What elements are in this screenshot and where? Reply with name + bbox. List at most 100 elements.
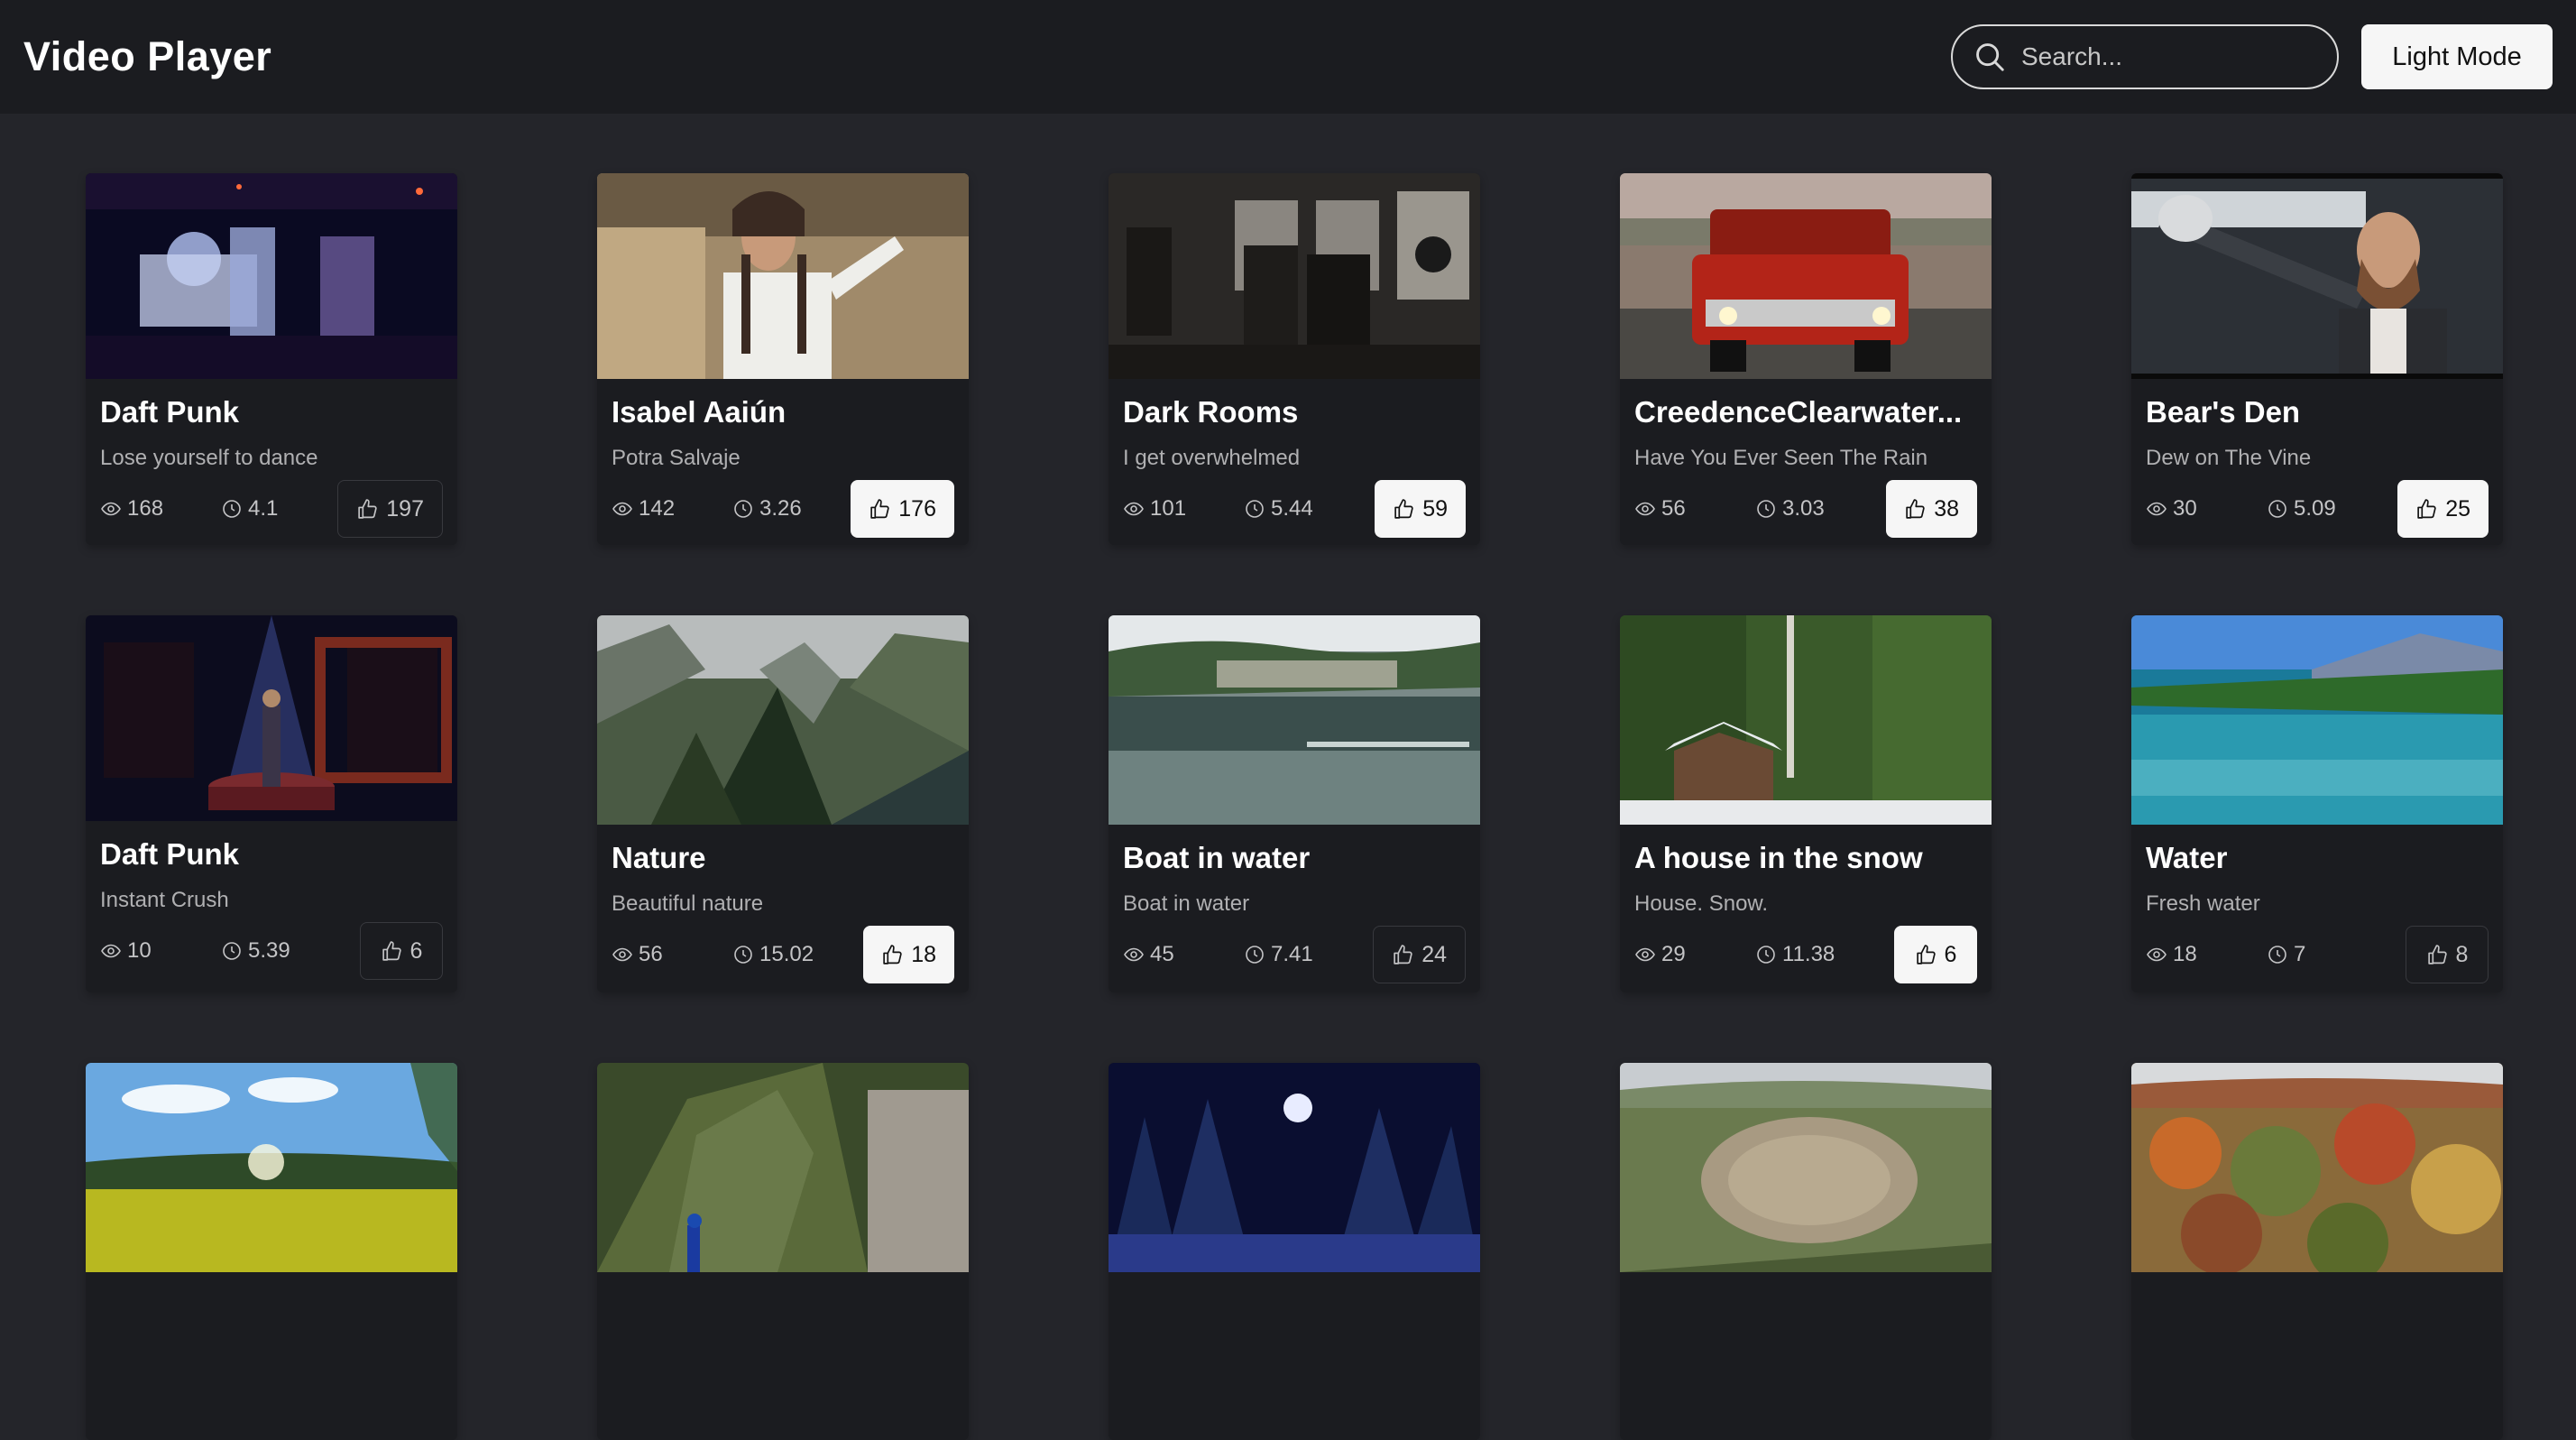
video-card[interactable]: Bear's Den Dew on The Vine 30 5.09 25	[2131, 173, 2503, 545]
video-title[interactable]: Dark Rooms	[1123, 395, 1466, 429]
video-title[interactable]: Bear's Den	[2146, 395, 2489, 429]
video-thumbnail[interactable]	[86, 1063, 457, 1272]
video-stats: 168 4.1 197	[100, 480, 443, 538]
thumbs-up-icon	[1916, 944, 1936, 965]
thumbs-up-icon	[358, 498, 377, 519]
video-card[interactable]	[2131, 1063, 2503, 1440]
view-count: 142	[612, 496, 732, 522]
video-stats: 29 11.38 6	[1634, 926, 1977, 983]
video-thumbnail[interactable]	[1109, 1063, 1480, 1272]
like-button[interactable]: 6	[1894, 926, 1977, 983]
video-title[interactable]: Daft Punk	[100, 837, 443, 872]
video-card[interactable]: A house in the snow House. Snow. 29 11.3…	[1620, 615, 1992, 992]
top-bar: Video Player Light Mode	[0, 0, 2576, 114]
video-title[interactable]: Daft Punk	[100, 395, 443, 429]
video-stats: 56 3.03 38	[1634, 480, 1977, 538]
eye-icon	[612, 947, 632, 962]
video-title[interactable]: Nature	[612, 841, 954, 875]
video-card[interactable]: Dark Rooms I get overwhelmed 101 5.44 59	[1109, 173, 1480, 545]
eye-icon	[1124, 947, 1144, 962]
eye-icon	[2147, 947, 2167, 962]
video-stats: 10 5.39 6	[100, 922, 443, 980]
eye-icon	[1124, 502, 1144, 516]
view-count: 56	[612, 942, 732, 967]
clock-icon	[1757, 500, 1775, 518]
video-thumbnail[interactable]	[1620, 1063, 1992, 1272]
header-controls: Light Mode	[1951, 24, 2553, 89]
video-thumbnail[interactable]	[597, 173, 969, 379]
video-stats: 142 3.26 176	[612, 480, 954, 538]
video-thumbnail[interactable]	[1620, 173, 1992, 379]
video-thumbnail[interactable]	[2131, 1063, 2503, 1272]
video-thumbnail[interactable]	[1620, 615, 1992, 825]
thumbs-up-icon	[1906, 498, 1925, 519]
thumbs-up-icon	[382, 940, 401, 961]
video-subtitle: I get overwhelmed	[1123, 446, 1301, 470]
like-button[interactable]: 25	[2397, 480, 2489, 538]
video-thumbnail[interactable]	[597, 615, 969, 825]
video-card[interactable]: Nature Beautiful nature 56 15.02 18	[597, 615, 969, 992]
like-button[interactable]: 24	[1373, 926, 1466, 983]
video-thumbnail[interactable]	[597, 1063, 969, 1272]
video-stats: 45 7.41 24	[1123, 926, 1466, 983]
video-card[interactable]: Daft Punk Lose yourself to dance 168 4.1…	[86, 173, 457, 545]
like-button[interactable]: 8	[2406, 926, 2489, 983]
video-title[interactable]: Boat in water	[1123, 841, 1466, 875]
view-count: 30	[2146, 496, 2267, 522]
clock-icon	[2268, 946, 2286, 964]
light-mode-button[interactable]: Light Mode	[2361, 24, 2553, 89]
clock-icon	[1757, 946, 1775, 964]
video-title[interactable]: A house in the snow	[1634, 841, 1977, 875]
thumbs-up-icon	[1394, 498, 1413, 519]
eye-icon	[612, 502, 632, 516]
like-button[interactable]: 38	[1886, 480, 1977, 538]
video-grid: Daft Punk Lose yourself to dance 168 4.1…	[86, 173, 2503, 1440]
video-thumbnail[interactable]	[1109, 173, 1480, 379]
view-count: 18	[2146, 942, 2267, 967]
video-card[interactable]: Daft Punk Instant Crush 10 5.39 6	[86, 615, 457, 992]
video-subtitle: Have You Ever Seen The Rain	[1634, 446, 1928, 470]
thumbs-up-icon	[2417, 498, 2436, 519]
video-card[interactable]	[1620, 1063, 1992, 1440]
duration: 4.1	[221, 496, 327, 522]
video-card[interactable]	[86, 1063, 457, 1440]
like-button[interactable]: 18	[863, 926, 954, 983]
video-thumbnail[interactable]	[86, 615, 457, 821]
video-card[interactable]: Boat in water Boat in water 45 7.41 24	[1109, 615, 1480, 992]
video-subtitle: House. Snow.	[1634, 891, 1769, 916]
clock-icon	[1246, 946, 1264, 964]
video-thumbnail[interactable]	[2131, 615, 2503, 825]
app-title: Video Player	[23, 33, 272, 79]
view-count: 45	[1123, 942, 1244, 967]
like-button[interactable]: 59	[1375, 480, 1466, 538]
eye-icon	[101, 502, 121, 516]
search-box[interactable]	[1951, 24, 2339, 89]
video-title[interactable]: CreedenceClearwater...	[1634, 395, 1977, 429]
eye-icon	[1635, 502, 1655, 516]
video-card[interactable]	[597, 1063, 969, 1440]
video-subtitle: Instant Crush	[100, 888, 229, 912]
duration: 5.39	[221, 938, 327, 964]
clock-icon	[1246, 500, 1264, 518]
like-button[interactable]: 176	[851, 480, 954, 538]
video-card[interactable]	[1109, 1063, 1480, 1440]
like-button[interactable]: 197	[337, 480, 443, 538]
eye-icon	[2147, 502, 2167, 516]
video-title[interactable]: Water	[2146, 841, 2489, 875]
thumbs-up-icon	[2427, 944, 2447, 965]
video-card[interactable]: Water Fresh water 18 7 8	[2131, 615, 2503, 992]
duration: 7.41	[1244, 942, 1350, 967]
video-subtitle: Beautiful nature	[612, 891, 764, 916]
view-count: 56	[1634, 496, 1755, 522]
video-thumbnail[interactable]	[2131, 173, 2503, 379]
video-title[interactable]: Isabel Aaiún	[612, 395, 954, 429]
video-thumbnail[interactable]	[1109, 615, 1480, 825]
like-button[interactable]: 6	[360, 922, 443, 980]
video-subtitle: Lose yourself to dance	[100, 446, 318, 470]
clock-icon	[734, 500, 752, 518]
clock-icon	[734, 946, 752, 964]
video-card[interactable]: CreedenceClearwater... Have You Ever See…	[1620, 173, 1992, 545]
video-thumbnail[interactable]	[86, 173, 457, 379]
video-card[interactable]: Isabel Aaiún Potra Salvaje 142 3.26 176	[597, 173, 969, 545]
search-input[interactable]	[2021, 42, 2310, 71]
